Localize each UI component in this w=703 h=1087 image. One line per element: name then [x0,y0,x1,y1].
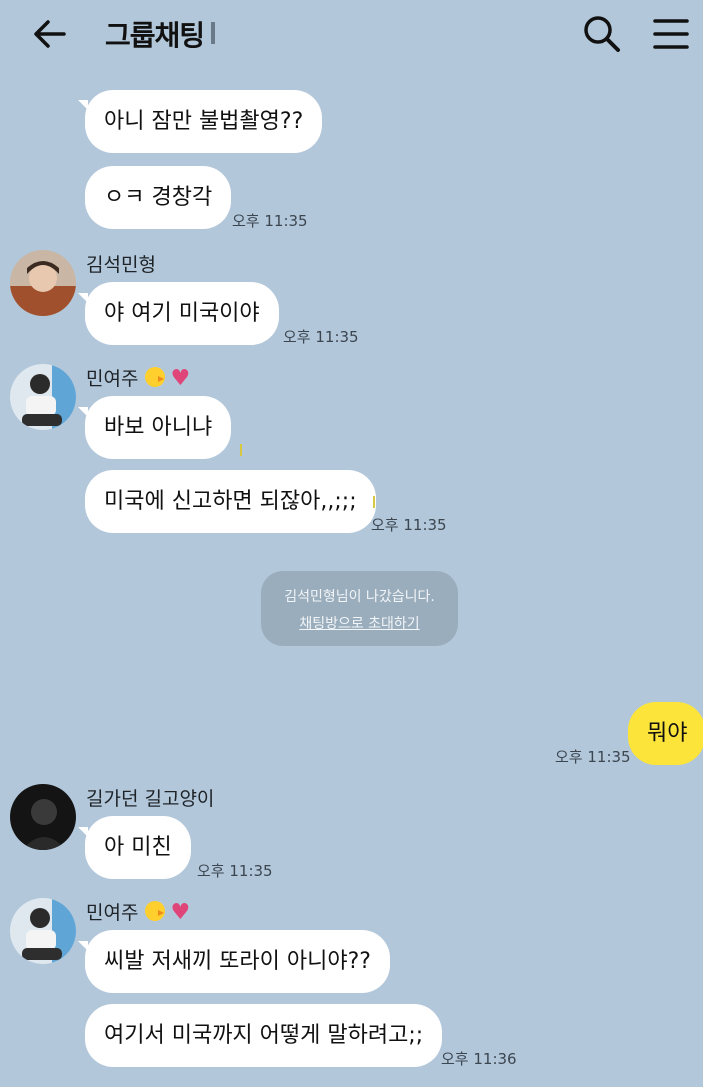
heart-emoji-icon: ♥ [170,900,191,925]
system-notice: 김석민형님이 나갔습니다. 채팅방으로 초대하기 [261,571,458,646]
invite-link[interactable]: 채팅방으로 초대하기 [261,613,458,633]
message-time: 오후 11:35 [232,212,308,230]
chat-header: 그룹채팅 [0,0,703,68]
unread-marker [240,444,242,456]
avatar-photo-icon [10,250,76,316]
message-bubble[interactable]: 미국에 신고하면 되잖아,,;;; [85,470,376,533]
title-divider [211,22,215,44]
message-time: 오후 11:35 [371,516,447,534]
hamburger-menu-icon [653,19,689,49]
message-bubble[interactable]: 아니 잠만 불법촬영?? [85,90,323,153]
sender-name: 민여주 ♥ [86,364,190,391]
sender-name-text: 민여주 [86,368,139,390]
avatar-photo-icon [10,898,76,964]
message-bubble[interactable]: ㅇㅋ 경창각 [85,166,232,229]
search-icon [584,16,620,52]
avatar[interactable] [10,898,76,964]
arrow-left-icon [34,20,66,48]
message-bubble[interactable]: 씨발 저새끼 또라이 아니야?? [85,930,390,993]
avatar-photo-icon [10,364,76,430]
avatar-photo-icon [10,784,76,850]
message-bubble[interactable]: 야 여기 미국이야 [85,282,279,345]
message-bubble[interactable]: 아 미친 [85,816,191,879]
sender-name-text: 민여주 [86,902,139,924]
back-button[interactable] [30,14,70,54]
notice-text: 김석민형님이 나갔습니다. [284,589,435,605]
avatar[interactable] [10,784,76,850]
message-bubble[interactable]: 여기서 미국까지 어떻게 말하려고;; [85,1004,443,1067]
message-time: 오후 11:35 [283,328,359,346]
chick-emoji-icon [144,901,165,921]
sender-name: 민여주 ♥ [86,898,190,925]
avatar[interactable] [10,364,76,430]
heart-emoji-icon: ♥ [170,366,191,391]
sender-name: 길가던 길고양이 [86,788,215,810]
chick-emoji-icon [144,367,165,387]
message-time: 오후 11:35 [197,862,273,880]
search-button[interactable] [580,12,624,56]
chat-title: 그룹채팅 [105,19,205,52]
unread-marker [373,496,375,508]
menu-button[interactable] [650,14,690,54]
message-time: 오후 11:36 [441,1050,517,1068]
message-time: 오후 11:35 [555,748,631,766]
sender-name: 김석민형 [86,254,156,276]
message-bubble[interactable]: 바보 아니냐 [85,396,232,459]
my-message-bubble[interactable]: 뭐야 [628,702,703,765]
avatar[interactable] [10,250,76,316]
